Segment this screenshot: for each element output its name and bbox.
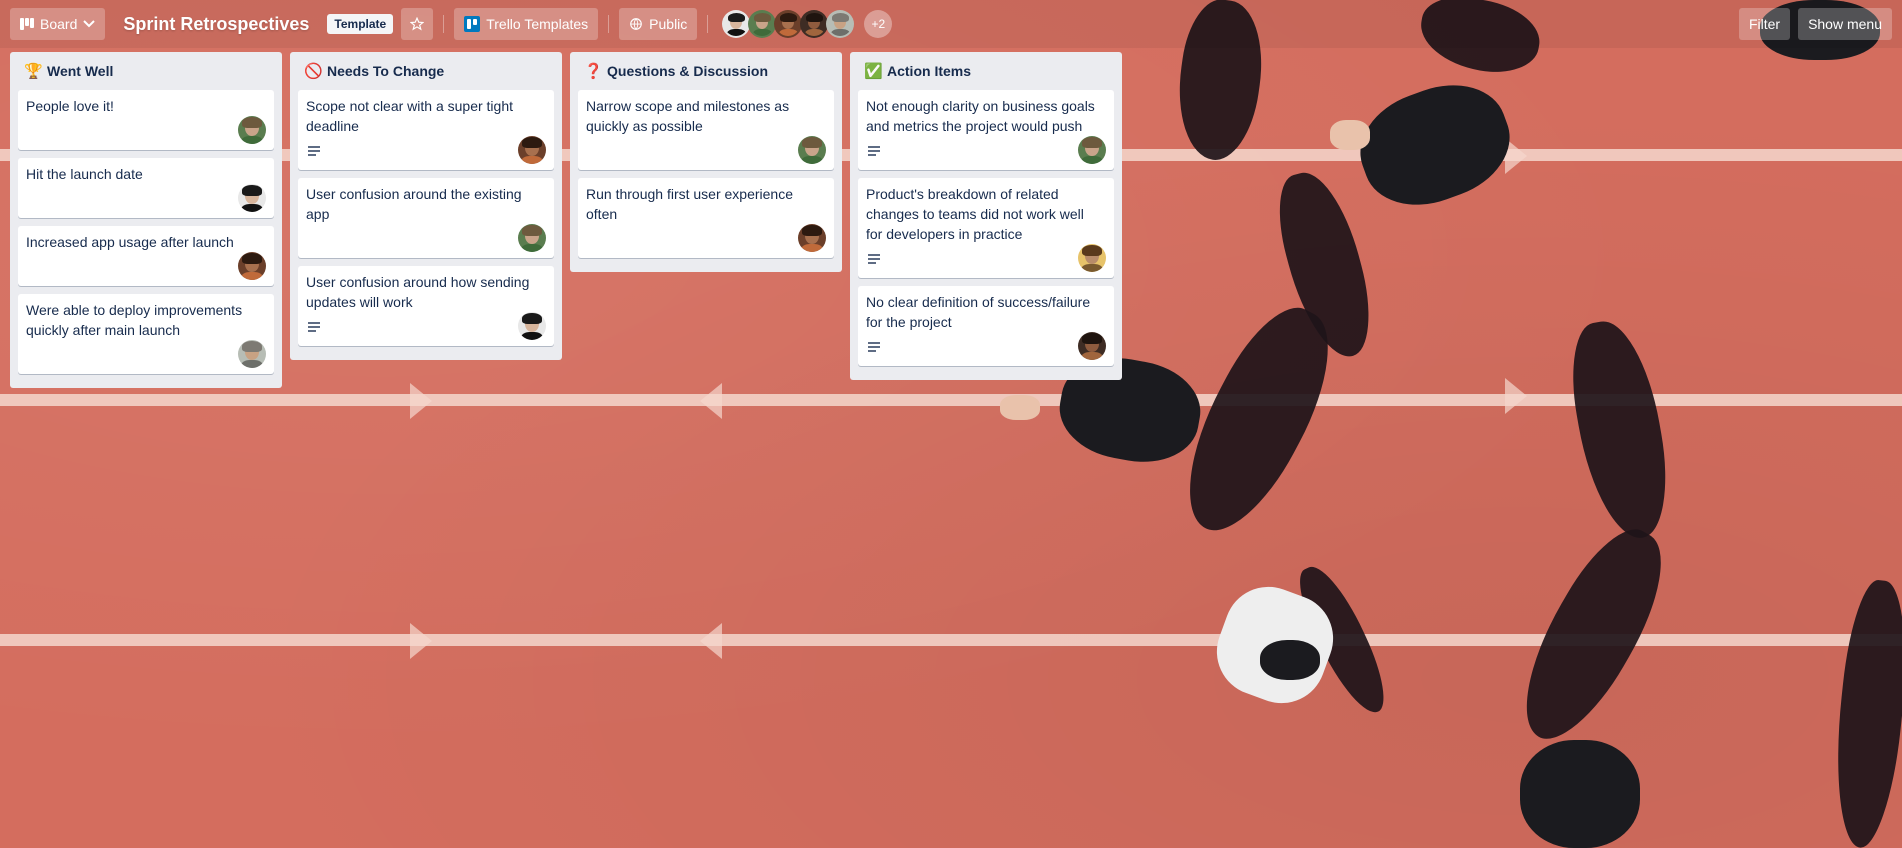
list-header[interactable]: 🚫 Needs To Change <box>298 52 554 90</box>
chevron-down-icon <box>83 20 96 28</box>
more-members-button[interactable]: +2 <box>864 10 893 38</box>
card[interactable]: Narrow scope and milestones as quickly a… <box>578 90 834 170</box>
avatar[interactable] <box>748 10 777 38</box>
list-title: Needs To Change <box>327 63 445 79</box>
description-icon <box>868 146 880 156</box>
card-title: Not enough clarity on business goals and… <box>866 98 1095 134</box>
card-badges <box>866 136 1106 164</box>
header-separator <box>608 15 610 33</box>
card-title: People love it! <box>26 98 114 114</box>
avatar[interactable] <box>798 224 826 252</box>
list-title: Questions & Discussion <box>607 63 769 79</box>
view-switcher-label: Board <box>40 16 78 32</box>
card-badges <box>306 224 546 252</box>
card[interactable]: Not enough clarity on business goals and… <box>858 90 1114 170</box>
card-title: User confusion around how sending update… <box>306 274 530 310</box>
card[interactable]: Product's breakdown of related changes t… <box>858 178 1114 278</box>
workspace-label: Trello Templates <box>486 16 589 32</box>
show-menu-label: Show menu <box>1808 16 1882 32</box>
list-title: Action Items <box>887 63 972 79</box>
card-badges <box>26 184 266 212</box>
card-badges <box>586 136 826 164</box>
star-icon <box>410 17 425 31</box>
visibility-label: Public <box>649 16 688 32</box>
avatar[interactable] <box>518 136 546 164</box>
avatar[interactable] <box>238 340 266 368</box>
list: ❓ Questions & Discussion Narrow scope and … <box>570 52 842 272</box>
avatar[interactable] <box>826 10 855 38</box>
card-title: Run through first user experience often <box>586 186 793 222</box>
visibility-button[interactable]: Public <box>619 8 698 40</box>
card[interactable]: Were able to deploy improvements quickly… <box>18 294 274 374</box>
card-badges <box>306 312 546 340</box>
star-button[interactable] <box>401 8 434 40</box>
workspace-button[interactable]: Trello Templates <box>454 8 599 40</box>
list: 🚫 Needs To Change Scope not clear with a s… <box>290 52 562 360</box>
card-badges <box>26 340 266 368</box>
avatar[interactable] <box>518 312 546 340</box>
card[interactable]: User confusion around the existing app <box>298 178 554 258</box>
card-badges <box>866 332 1106 360</box>
card-title: User confusion around the existing app <box>306 186 522 222</box>
show-menu-button[interactable]: Show menu <box>1798 8 1892 40</box>
header-separator <box>707 15 709 33</box>
card-title: Product's breakdown of related changes t… <box>866 186 1084 242</box>
board-canvas: 🏆 Went Well People love it! Hit the launch … <box>10 52 1122 388</box>
board-icon <box>20 18 34 30</box>
filter-button[interactable]: Filter <box>1738 8 1791 40</box>
card-title: No clear definition of success/failure f… <box>866 294 1091 330</box>
description-icon <box>868 342 880 352</box>
avatar[interactable] <box>722 10 751 38</box>
avatar[interactable] <box>1078 244 1106 272</box>
avatar[interactable] <box>800 10 829 38</box>
avatar[interactable] <box>238 252 266 280</box>
card[interactable]: No clear definition of success/failure f… <box>858 286 1114 366</box>
card-badges <box>306 136 546 164</box>
card-badges <box>26 116 266 144</box>
card[interactable]: Hit the launch date <box>18 158 274 218</box>
avatar[interactable] <box>1078 136 1106 164</box>
list-emoji-icon: ❓ <box>584 63 603 80</box>
list: 🏆 Went Well People love it! Hit the launch … <box>10 52 282 388</box>
card-title: Increased app usage after launch <box>26 234 234 250</box>
card[interactable]: User confusion around how sending update… <box>298 266 554 346</box>
board-members <box>722 10 855 38</box>
board-title[interactable]: Sprint Retrospectives <box>113 14 319 35</box>
card-title: Narrow scope and milestones as quickly a… <box>586 98 790 134</box>
card-badges <box>26 252 266 280</box>
list-emoji-icon: 🚫 <box>304 63 323 80</box>
card-title: Scope not clear with a super tight deadl… <box>306 98 514 134</box>
template-badge: Template <box>327 14 394 34</box>
card-badges <box>586 224 826 252</box>
globe-icon <box>630 18 642 30</box>
trello-logo-icon <box>464 16 481 32</box>
list-emoji-icon: ✅ <box>864 63 883 80</box>
description-icon <box>868 254 880 264</box>
description-icon <box>308 322 320 332</box>
view-switcher-button[interactable]: Board <box>10 8 106 40</box>
list-emoji-icon: 🏆 <box>24 63 43 80</box>
list-title: Went Well <box>47 63 114 79</box>
card[interactable]: Increased app usage after launch <box>18 226 274 286</box>
list-header[interactable]: ❓ Questions & Discussion <box>578 52 834 90</box>
avatar[interactable] <box>518 224 546 252</box>
avatar[interactable] <box>1078 332 1106 360</box>
card-title: Were able to deploy improvements quickly… <box>26 302 243 338</box>
avatar[interactable] <box>774 10 803 38</box>
card[interactable]: People love it! <box>18 90 274 150</box>
card[interactable]: Scope not clear with a super tight deadl… <box>298 90 554 170</box>
filter-label: Filter <box>1748 16 1781 32</box>
list-header[interactable]: ✅ Action Items <box>858 52 1114 90</box>
card-badges <box>866 244 1106 272</box>
card-title: Hit the launch date <box>26 166 143 182</box>
card[interactable]: Run through first user experience often <box>578 178 834 258</box>
avatar[interactable] <box>238 116 266 144</box>
board-header: Board Sprint Retrospectives Template Tre… <box>0 0 1902 48</box>
description-icon <box>308 146 320 156</box>
avatar[interactable] <box>238 184 266 212</box>
avatar[interactable] <box>798 136 826 164</box>
header-separator <box>443 15 445 33</box>
list: ✅ Action Items Not enough clarity on busin… <box>850 52 1122 380</box>
list-header[interactable]: 🏆 Went Well <box>18 52 274 90</box>
